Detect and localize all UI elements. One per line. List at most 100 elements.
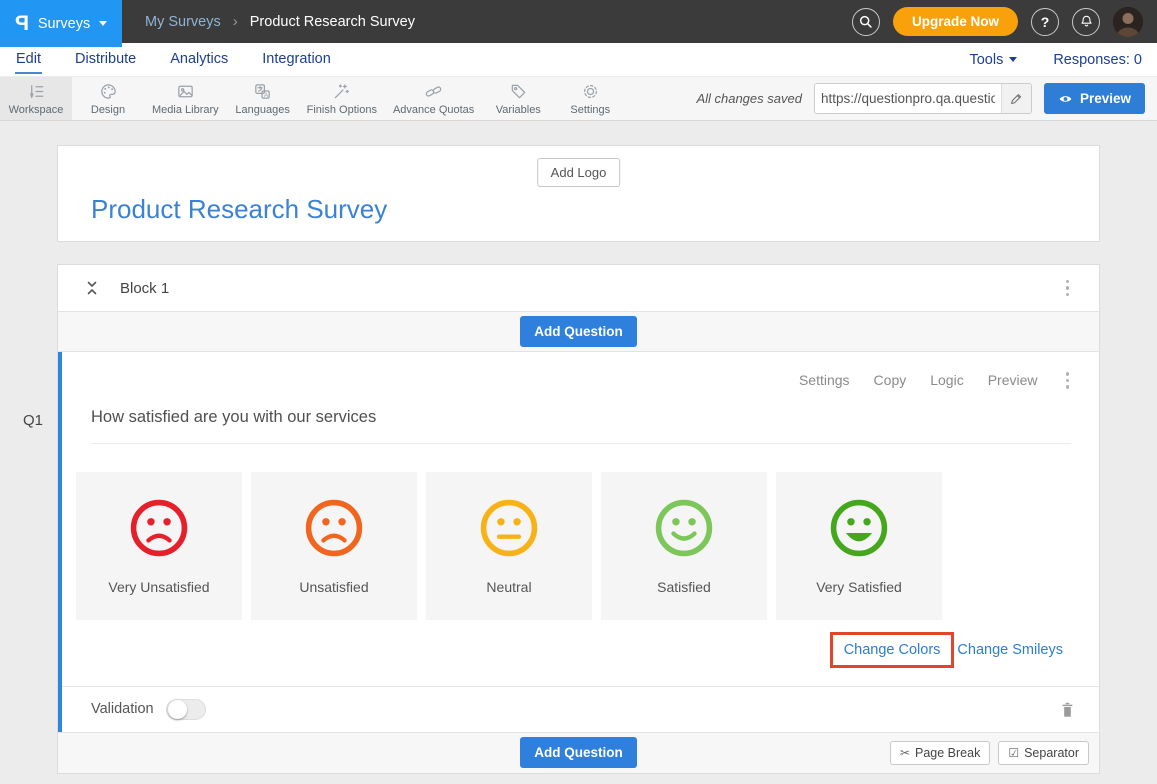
image-icon bbox=[176, 82, 195, 101]
block-footer-buttons: ✂ Page Break ☑ Separator bbox=[890, 741, 1089, 765]
question-preview-link[interactable]: Preview bbox=[988, 372, 1038, 388]
toolbar-item-label: Finish Options bbox=[307, 104, 377, 116]
add-question-strip-top: Add Question bbox=[58, 312, 1099, 352]
chevron-down-icon bbox=[99, 21, 107, 26]
tab-integration[interactable]: Integration bbox=[261, 45, 332, 74]
separator-button[interactable]: ☑ Separator bbox=[998, 741, 1089, 765]
notifications-button[interactable] bbox=[1072, 8, 1100, 36]
validation-toggle[interactable] bbox=[166, 699, 206, 720]
toolbar-item-label: Settings bbox=[570, 104, 610, 116]
breadcrumb-my-surveys[interactable]: My Surveys bbox=[145, 14, 221, 30]
toolbar-item-settings[interactable]: Settings bbox=[554, 77, 626, 120]
toolbar-item-label: Languages bbox=[235, 104, 289, 116]
validation-row: Validation bbox=[62, 686, 1099, 732]
breadcrumb-separator: › bbox=[233, 13, 238, 30]
toolbar-item-label: Advance Quotas bbox=[393, 104, 474, 116]
block-title: Block 1 bbox=[120, 280, 169, 297]
editor-toolbar: Workspace Design Media Library A Languag… bbox=[0, 76, 1157, 121]
search-button[interactable] bbox=[852, 8, 880, 36]
neutral-smiley-icon bbox=[478, 497, 540, 559]
tools-dropdown[interactable]: Tools bbox=[969, 52, 1017, 68]
help-button[interactable]: ? bbox=[1031, 8, 1059, 36]
toolbar-item-advance-quotas[interactable]: Advance Quotas bbox=[385, 77, 482, 120]
very-satisfied-smiley-icon bbox=[828, 497, 890, 559]
eye-icon bbox=[1058, 93, 1073, 105]
add-logo-button[interactable]: Add Logo bbox=[537, 158, 621, 187]
block-card: Block 1 Add Question Q1 Settings Copy Lo… bbox=[57, 264, 1100, 774]
smiley-option-unsatisfied[interactable]: Unsatisfied bbox=[251, 472, 417, 620]
person-photo bbox=[1113, 7, 1143, 37]
smiley-option-label: Satisfied bbox=[657, 579, 711, 595]
toolbar-item-languages[interactable]: A Languages bbox=[227, 77, 299, 120]
sub-navbar: Edit Distribute Analytics Integration To… bbox=[0, 43, 1157, 76]
edit-url-button[interactable] bbox=[1001, 84, 1031, 113]
product-menu-label: Surveys bbox=[38, 16, 90, 32]
tab-distribute[interactable]: Distribute bbox=[74, 45, 137, 74]
toolbar-item-variables[interactable]: Variables bbox=[482, 77, 554, 120]
upgrade-now-button[interactable]: Upgrade Now bbox=[893, 7, 1018, 36]
question-text[interactable]: How satisfied are you with our services bbox=[91, 408, 1071, 444]
question-logic-link[interactable]: Logic bbox=[930, 372, 963, 388]
survey-url-input[interactable] bbox=[815, 84, 1001, 113]
collapse-block-button[interactable] bbox=[84, 279, 100, 297]
toolbar-item-finish-options[interactable]: Finish Options bbox=[299, 77, 385, 120]
smiley-config-links: Change Colors Change Smileys bbox=[62, 632, 1099, 668]
change-colors-link[interactable]: Change Colors bbox=[844, 642, 941, 658]
smiley-option-label: Very Satisfied bbox=[816, 579, 902, 595]
toolbar-item-label: Design bbox=[91, 104, 125, 116]
toolbar-item-media-library[interactable]: Media Library bbox=[144, 77, 227, 120]
block-header: Block 1 bbox=[58, 265, 1099, 312]
change-smileys-link[interactable]: Change Smileys bbox=[957, 642, 1063, 658]
survey-title[interactable]: Product Research Survey bbox=[91, 194, 387, 225]
toolbar-item-label: Workspace bbox=[9, 104, 64, 116]
survey-url-box bbox=[814, 83, 1032, 114]
tools-label: Tools bbox=[969, 52, 1003, 68]
add-question-button-bottom[interactable]: Add Question bbox=[520, 737, 637, 768]
topnav-actions: Upgrade Now ? bbox=[852, 7, 1157, 37]
bell-icon bbox=[1079, 14, 1094, 29]
top-navbar: P Surveys My Surveys › Product Research … bbox=[0, 0, 1157, 43]
smiley-option-label: Unsatisfied bbox=[299, 579, 368, 595]
scissors-icon: ✂ bbox=[900, 746, 910, 760]
unsatisfied-smiley-icon bbox=[303, 497, 365, 559]
toolbar-item-design[interactable]: Design bbox=[72, 77, 144, 120]
tab-analytics[interactable]: Analytics bbox=[169, 45, 229, 74]
user-avatar[interactable] bbox=[1113, 7, 1143, 37]
page-break-button[interactable]: ✂ Page Break bbox=[890, 741, 990, 765]
add-question-button-top[interactable]: Add Question bbox=[520, 316, 637, 347]
question-mark-icon: ? bbox=[1041, 14, 1050, 30]
very-unsatisfied-smiley-icon bbox=[128, 497, 190, 559]
preview-label: Preview bbox=[1080, 91, 1131, 106]
trash-icon bbox=[1060, 701, 1075, 718]
survey-tabs: Edit Distribute Analytics Integration bbox=[15, 45, 332, 74]
satisfied-smiley-icon bbox=[653, 497, 715, 559]
survey-header-card: Add Logo Product Research Survey bbox=[57, 145, 1100, 242]
question-id-label: Q1 bbox=[16, 412, 50, 429]
smiley-option-very-satisfied[interactable]: Very Satisfied bbox=[776, 472, 942, 620]
question-menu-button[interactable] bbox=[1062, 368, 1074, 393]
toolbar-item-workspace[interactable]: Workspace bbox=[0, 77, 72, 120]
magic-wand-icon bbox=[332, 82, 351, 101]
question-settings-link[interactable]: Settings bbox=[799, 372, 850, 388]
brand-menu[interactable]: P Surveys bbox=[0, 0, 122, 47]
survey-editor-canvas: Add Logo Product Research Survey Block 1… bbox=[0, 121, 1157, 774]
smiley-option-neutral[interactable]: Neutral bbox=[426, 472, 592, 620]
block-menu-button[interactable] bbox=[1062, 276, 1074, 301]
smiley-option-very-unsatisfied[interactable]: Very Unsatisfied bbox=[76, 472, 242, 620]
tab-edit[interactable]: Edit bbox=[15, 45, 42, 74]
preview-button[interactable]: Preview bbox=[1044, 83, 1145, 114]
gear-icon bbox=[581, 82, 600, 101]
toolbar-right: All changes saved Preview bbox=[696, 77, 1157, 120]
delete-question-button[interactable] bbox=[1060, 701, 1075, 718]
question-card: Q1 Settings Copy Logic Preview How satis… bbox=[58, 352, 1099, 732]
smiley-option-label: Very Unsatisfied bbox=[108, 579, 209, 595]
toggle-knob bbox=[168, 700, 187, 719]
toolbar-item-label: Media Library bbox=[152, 104, 219, 116]
responses-count: Responses: 0 bbox=[1053, 52, 1142, 68]
add-question-strip-bottom: Add Question ✂ Page Break ☑ Separator bbox=[58, 732, 1099, 773]
pencil-icon bbox=[1009, 92, 1023, 106]
question-copy-link[interactable]: Copy bbox=[874, 372, 907, 388]
annotation-highlight-box: Change Colors bbox=[830, 632, 955, 668]
question-actions: Settings Copy Logic Preview bbox=[62, 368, 1099, 393]
smiley-option-satisfied[interactable]: Satisfied bbox=[601, 472, 767, 620]
